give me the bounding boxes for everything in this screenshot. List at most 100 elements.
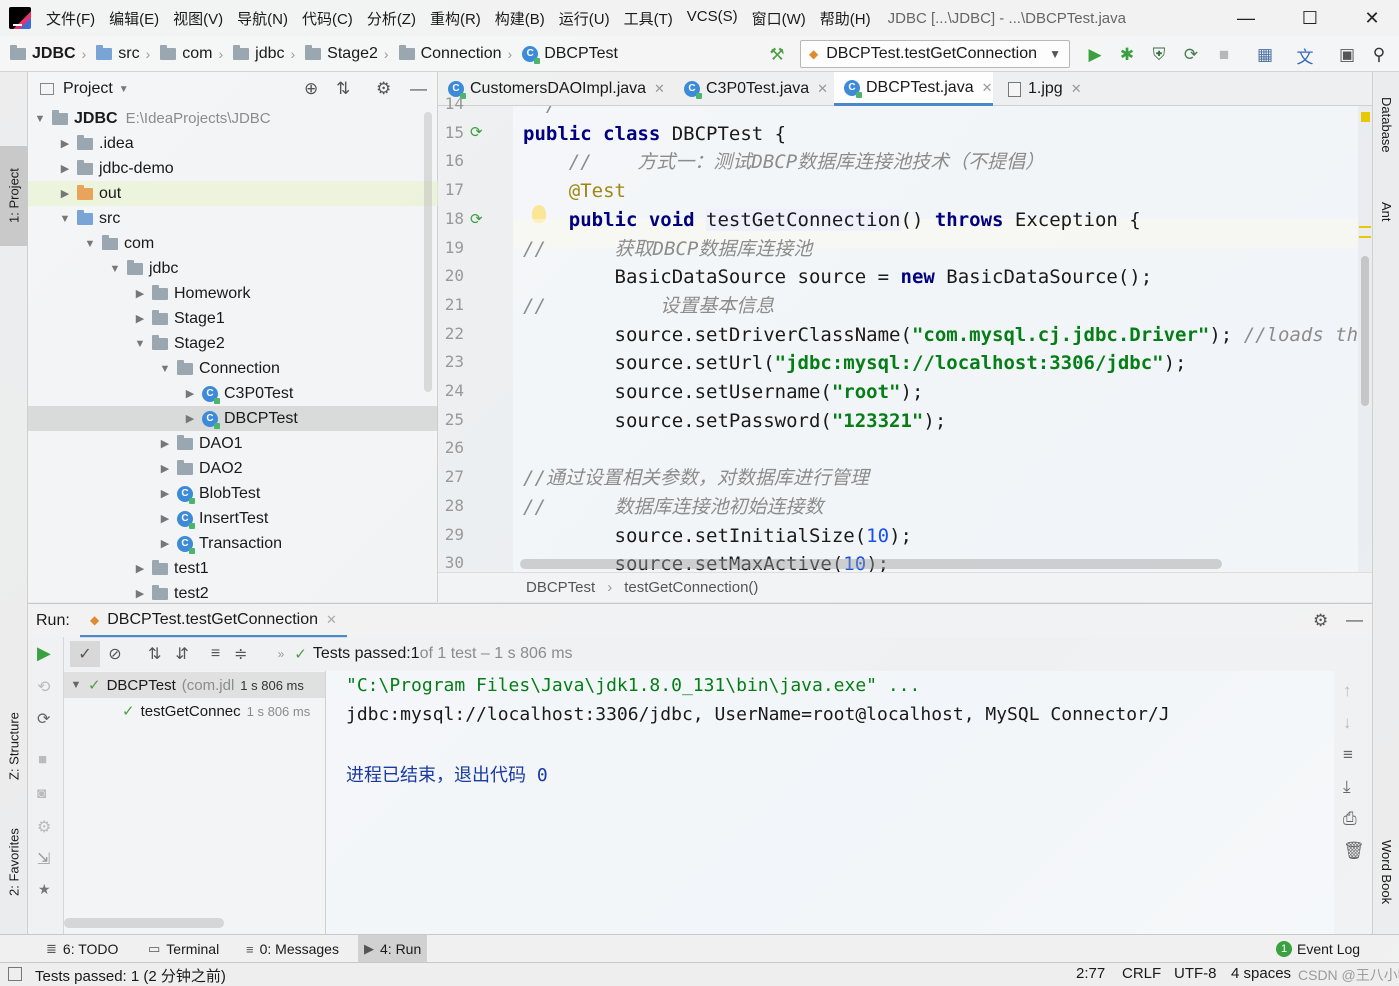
menu-item[interactable]: 视图(V) <box>173 8 223 29</box>
trash-icon[interactable]: 🗑 <box>1343 841 1365 861</box>
close-tab-icon[interactable]: ✕ <box>654 81 665 97</box>
run-configuration-selector[interactable]: ◆ DBCPTest.testGetConnection ▼ <box>800 40 1070 68</box>
test-class-row[interactable]: ▼ ✓ DBCPTest (com.jdl 1 s 806 ms <box>64 672 326 698</box>
tree-row[interactable]: ▶ DAO2 <box>28 456 438 481</box>
tree-scroll-thumb[interactable] <box>424 112 432 392</box>
expand-arrow-icon[interactable]: ▼ <box>82 238 98 250</box>
run-tab[interactable]: ◆ DBCPTest.testGetConnection ✕ <box>80 604 347 638</box>
up-arrow-icon[interactable]: ↑ <box>1343 681 1352 701</box>
collapse-arrow-icon[interactable]: ▶ <box>57 162 73 175</box>
show-passed-icon[interactable]: ✓ <box>70 641 100 667</box>
hide-panel-icon[interactable]: — <box>1346 610 1363 630</box>
collapse-arrow-icon[interactable]: ▶ <box>157 487 173 500</box>
editor-scrollbar[interactable] <box>1358 106 1372 572</box>
editor-tab[interactable]: 1.jpg ✕ <box>998 72 1082 106</box>
expand-arrow-icon[interactable]: ▼ <box>107 263 123 275</box>
profile-icon[interactable]: ⟳ <box>1180 44 1202 66</box>
tree-row[interactable]: ▶ C C3P0Test <box>28 381 438 406</box>
down-arrow-icon[interactable]: ↓ <box>1343 713 1352 733</box>
collapse-arrow-icon[interactable]: ▶ <box>132 287 148 300</box>
menu-item[interactable]: 编辑(E) <box>109 8 159 29</box>
test-method-row[interactable]: ✓ testGetConnec 1 s 806 ms <box>122 698 326 724</box>
tree-row[interactable]: ▼ JDBC E:\IdeaProjects\JDBC <box>28 106 438 131</box>
project-structure-icon[interactable]: ▦ <box>1254 44 1276 66</box>
editor-tab[interactable]: C DBCPTest.java ✕ <box>834 72 993 106</box>
menu-item[interactable]: 重构(R) <box>430 8 481 29</box>
caret-position[interactable]: 2:77 <box>1076 965 1105 982</box>
menu-item[interactable]: 窗口(W) <box>752 8 806 29</box>
collapse-arrow-icon[interactable]: ▶ <box>57 187 73 200</box>
nav-breadcrumb-item[interactable]: Stage2 › <box>305 44 389 63</box>
editor-breadcrumb-class[interactable]: DBCPTest <box>526 579 595 596</box>
pin-icon[interactable]: ★ <box>38 881 51 898</box>
tree-row[interactable]: ▶ test1 <box>28 556 438 581</box>
tree-row[interactable]: ▼ jdbc <box>28 256 438 281</box>
nav-breadcrumb-item[interactable]: JDBC › <box>10 44 86 63</box>
tree-row[interactable]: ▶ Homework <box>28 281 438 306</box>
nav-breadcrumb-item[interactable]: com › <box>160 44 223 63</box>
close-tab-icon[interactable]: ✕ <box>982 80 993 96</box>
menu-item[interactable]: 分析(Z) <box>367 8 416 29</box>
tree-row[interactable]: ▶ .idea <box>28 131 438 156</box>
rerun-failed-icon[interactable]: ⟲ <box>37 677 50 697</box>
gear-icon[interactable]: ⚙ <box>1313 611 1328 631</box>
export-icon[interactable]: ⇲ <box>37 849 50 869</box>
collapse-arrow-icon[interactable]: ▶ <box>157 512 173 525</box>
collapse-arrow-icon[interactable]: ▶ <box>157 537 173 550</box>
scroll-to-end-icon[interactable]: ⤓ <box>1343 777 1351 797</box>
search-icon[interactable]: ⚲ <box>1368 44 1390 66</box>
hide-panel-icon[interactable]: — <box>410 79 427 99</box>
menu-item[interactable]: 帮助(H) <box>820 8 871 29</box>
horizontal-scroll-thumb[interactable] <box>520 559 1222 569</box>
collapse-arrow-icon[interactable]: ▶ <box>182 412 198 425</box>
run-icon[interactable]: ▶ <box>1084 44 1106 66</box>
settings-icon[interactable]: ⚙ <box>37 817 51 837</box>
editor-tab[interactable]: C C3P0Test.java ✕ <box>674 72 828 106</box>
ant-tool-tab[interactable]: Ant <box>1373 182 1399 242</box>
sort-alpha-icon[interactable]: ⇅ <box>148 644 161 664</box>
stop-icon[interactable]: ■ <box>1213 44 1235 66</box>
database-tool-tab[interactable]: Database <box>1373 80 1399 170</box>
toggle-auto-test-icon[interactable]: ⟳ <box>37 709 50 729</box>
bottom-tab-4-run[interactable]: ▶ 4: Run <box>358 935 428 963</box>
nav-breadcrumb-item[interactable]: Connection › <box>398 44 512 63</box>
menu-item[interactable]: 导航(N) <box>237 8 288 29</box>
more-icon[interactable]: » <box>278 647 285 661</box>
collapse-arrow-icon[interactable]: ▶ <box>157 462 173 475</box>
tree-row[interactable]: ▶ C InsertTest <box>28 506 438 531</box>
soft-wrap-icon[interactable]: ≡ <box>1343 745 1353 765</box>
menu-item[interactable]: VCS(S) <box>687 8 738 29</box>
expand-all-icon[interactable]: ≡ <box>211 645 220 663</box>
tree-row[interactable]: ▶ jdbc-demo <box>28 156 438 181</box>
editor-tab[interactable]: C CustomersDAOImpl.java ✕ <box>438 72 665 106</box>
layout-icon[interactable]: ▣ <box>1336 44 1358 66</box>
bottom-tab-terminal[interactable]: ▭ Terminal <box>142 935 225 963</box>
collapse-arrow-icon[interactable]: ▶ <box>132 562 148 575</box>
collapse-arrow-icon[interactable]: ▶ <box>132 312 148 325</box>
menu-item[interactable]: 构建(B) <box>495 8 545 29</box>
expand-arrow-icon[interactable]: ▼ <box>57 213 73 225</box>
run-test-gutter-icon[interactable]: ⟳ <box>470 123 483 141</box>
minimize-button[interactable]: — <box>1223 0 1269 36</box>
rerun-icon[interactable]: ▶ <box>37 643 51 664</box>
code-editor[interactable]: */ public class DBCPTest { // 方式一：测试DBCP数… <box>513 106 1358 572</box>
run-method-gutter-icon[interactable]: ⟳ <box>470 210 483 228</box>
expand-arrow-icon[interactable]: ▼ <box>157 363 173 375</box>
tree-scroll-thumb[interactable] <box>64 918 224 928</box>
close-tab-icon[interactable]: ✕ <box>326 612 337 628</box>
collapse-arrow-icon[interactable]: ▶ <box>182 387 198 400</box>
menu-item[interactable]: 运行(U) <box>559 8 610 29</box>
favorites-tool-tab[interactable]: 2: Favorites <box>0 812 28 912</box>
camera-icon[interactable]: ◙ <box>37 785 46 802</box>
build-hammer-icon[interactable]: ⚒ <box>766 44 788 66</box>
project-title[interactable]: Project <box>63 80 113 98</box>
expand-arrow-icon[interactable]: ▼ <box>132 338 148 350</box>
close-tab-icon[interactable]: ✕ <box>1071 81 1082 97</box>
gear-icon[interactable]: ⚙ <box>376 79 391 99</box>
collapse-all-icon[interactable]: ⇅ <box>336 79 350 99</box>
tree-row[interactable]: ▶ DAO1 <box>28 431 438 456</box>
expand-arrow-icon[interactable]: ▼ <box>32 113 48 125</box>
nav-breadcrumb-item[interactable]: src › <box>96 44 150 63</box>
translate-icon[interactable]: 文 <box>1294 44 1316 67</box>
coverage-icon[interactable]: ⛨ <box>1148 44 1170 66</box>
